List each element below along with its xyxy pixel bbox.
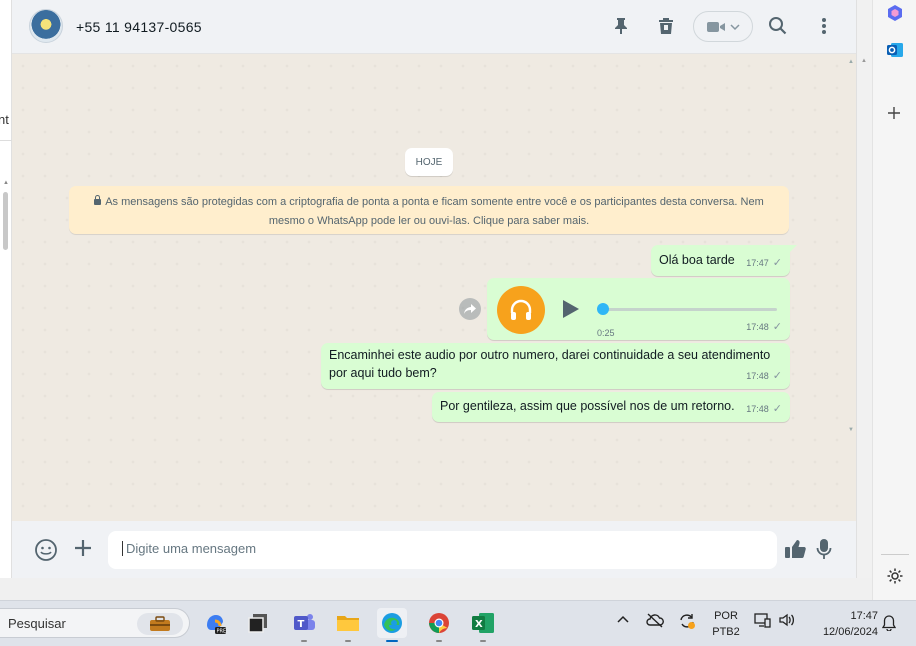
contact-avatar[interactable]	[29, 9, 63, 43]
message-time: 17:48	[746, 371, 769, 381]
contact-name[interactable]: +55 11 94137-0565	[76, 19, 202, 35]
menu-dots-icon[interactable]	[812, 14, 836, 38]
composer-bar	[12, 521, 856, 578]
copilot-icon[interactable]	[886, 4, 904, 27]
message-bubble-outgoing[interactable]: Encaminhei este audio por outro numero, …	[321, 343, 790, 389]
attach-plus-icon[interactable]	[72, 537, 94, 564]
sidebar-divider	[881, 554, 909, 555]
input-language-indicator[interactable]: POR PTB2	[706, 608, 746, 640]
date-divider: HOJE	[405, 148, 453, 176]
message-text: Olá boa tarde	[659, 253, 735, 267]
edge-browser-icon[interactable]	[377, 608, 407, 642]
sidebar-panel	[872, 0, 916, 600]
scroll-up-arrow-icon[interactable]: ▲	[861, 58, 867, 64]
sent-check-icon: ✓	[772, 257, 782, 269]
display-network-icon[interactable]	[754, 612, 772, 631]
taskbar-search[interactable]: Pesquisar	[0, 608, 190, 638]
add-icon[interactable]	[887, 106, 901, 125]
video-camera-icon	[707, 21, 725, 32]
notification-bell-icon[interactable]	[881, 615, 897, 634]
message-time: 17:48	[746, 404, 769, 414]
message-input-box[interactable]	[108, 531, 777, 569]
audio-message-bubble[interactable]: 0:25 17:48 ✓	[487, 278, 790, 340]
outlook-icon[interactable]	[886, 41, 904, 64]
forward-button[interactable]	[459, 298, 481, 320]
briefcase-icon[interactable]	[137, 613, 183, 635]
svg-text:X: X	[475, 619, 483, 630]
page-scrollbar[interactable]: ▲	[856, 0, 872, 578]
message-meta: 17:48 ✓	[746, 318, 782, 336]
running-indicator	[480, 640, 486, 642]
language-code: POR	[714, 610, 738, 622]
chrome-icon[interactable]	[424, 608, 454, 642]
volume-icon[interactable]	[778, 612, 796, 631]
play-button[interactable]	[563, 300, 579, 318]
svg-text:PRE: PRE	[217, 629, 227, 635]
message-bubble-outgoing[interactable]: Por gentileza, assim que possível nos de…	[432, 392, 790, 422]
clock-time: 17:47	[850, 610, 878, 622]
running-indicator	[301, 640, 307, 642]
left-panel-fragment: nt	[0, 112, 9, 127]
chat-scrollbar[interactable]: ▲ ▼	[846, 55, 856, 521]
clock-date: 12/06/2024	[822, 626, 878, 638]
encryption-notice-text: As mensagens são protegidas com a cripto…	[105, 196, 764, 227]
chevron-down-icon	[730, 23, 740, 30]
audio-sender-avatar	[497, 286, 545, 334]
message-input[interactable]	[122, 541, 763, 556]
copilot-taskbar-icon[interactable]: PRE	[200, 608, 230, 638]
message-area[interactable]: HOJE As mensagens são protegidas com a c…	[12, 55, 856, 521]
teams-icon[interactable]: T	[289, 608, 319, 642]
pin-icon[interactable]	[609, 14, 633, 38]
message-text: Por gentileza, assim que possível nos de…	[440, 399, 735, 413]
search-icon[interactable]	[766, 14, 790, 38]
scroll-down-arrow-icon[interactable]: ▼	[848, 427, 854, 433]
cloud-offline-icon[interactable]	[646, 612, 664, 631]
chevron-up-icon[interactable]	[617, 614, 629, 627]
left-panel-divider	[0, 140, 12, 141]
audio-duration: 0:25	[597, 328, 615, 338]
windows-taskbar: Pesquisar PRE T X POR PTB2 17:47 12/06/2…	[0, 600, 916, 646]
sent-check-icon: ✓	[772, 321, 782, 333]
settings-gear-icon[interactable]	[886, 567, 904, 590]
left-panel-scrollbar[interactable]	[3, 192, 8, 250]
file-explorer-icon[interactable]	[333, 608, 363, 642]
left-panel-edge: nt ▲	[0, 0, 12, 578]
message-meta: 17:48 ✓	[746, 367, 782, 385]
excel-icon[interactable]: X	[468, 608, 498, 642]
message-meta: 17:48 ✓	[746, 400, 782, 418]
running-indicator	[436, 640, 442, 642]
task-view-icon[interactable]	[243, 608, 273, 638]
keyboard-layout: PTB2	[712, 626, 740, 638]
forward-arrow-icon	[464, 304, 476, 314]
browser-sidebar: ▲	[856, 0, 916, 600]
lock-icon	[94, 195, 102, 205]
emoji-icon[interactable]	[34, 538, 58, 567]
chat-header[interactable]: +55 11 94137-0565	[12, 0, 856, 54]
delete-icon[interactable]	[654, 14, 678, 38]
active-indicator	[386, 640, 398, 642]
message-time: 17:47	[746, 258, 769, 268]
scroll-up-arrow-icon[interactable]: ▲	[3, 180, 9, 186]
message-meta: 17:47 ✓	[746, 254, 782, 272]
running-indicator	[345, 640, 351, 642]
chat-window: +55 11 94137-0565 HOJE As mensagens são …	[12, 0, 856, 578]
scroll-up-arrow-icon[interactable]: ▲	[848, 59, 854, 65]
audio-progress-track[interactable]	[602, 308, 777, 311]
sent-check-icon: ✓	[772, 370, 782, 382]
encryption-notice[interactable]: As mensagens são protegidas com a cripto…	[69, 186, 789, 234]
audio-progress-handle[interactable]	[597, 303, 609, 315]
headphones-icon	[510, 299, 532, 320]
svg-text:T: T	[298, 619, 305, 630]
video-call-button[interactable]	[693, 11, 753, 42]
sync-warning-icon[interactable]	[678, 612, 696, 633]
microphone-icon[interactable]	[816, 538, 832, 565]
message-bubble-outgoing[interactable]: Olá boa tarde 17:47 ✓	[651, 245, 797, 276]
message-text: Encaminhei este audio por outro numero, …	[329, 348, 771, 380]
system-clock[interactable]: 17:47 12/06/2024	[808, 608, 878, 640]
sent-check-icon: ✓	[772, 403, 782, 415]
thumbs-up-icon[interactable]	[784, 539, 806, 564]
taskbar-search-label: Pesquisar	[8, 616, 66, 631]
message-time: 17:48	[746, 322, 769, 332]
